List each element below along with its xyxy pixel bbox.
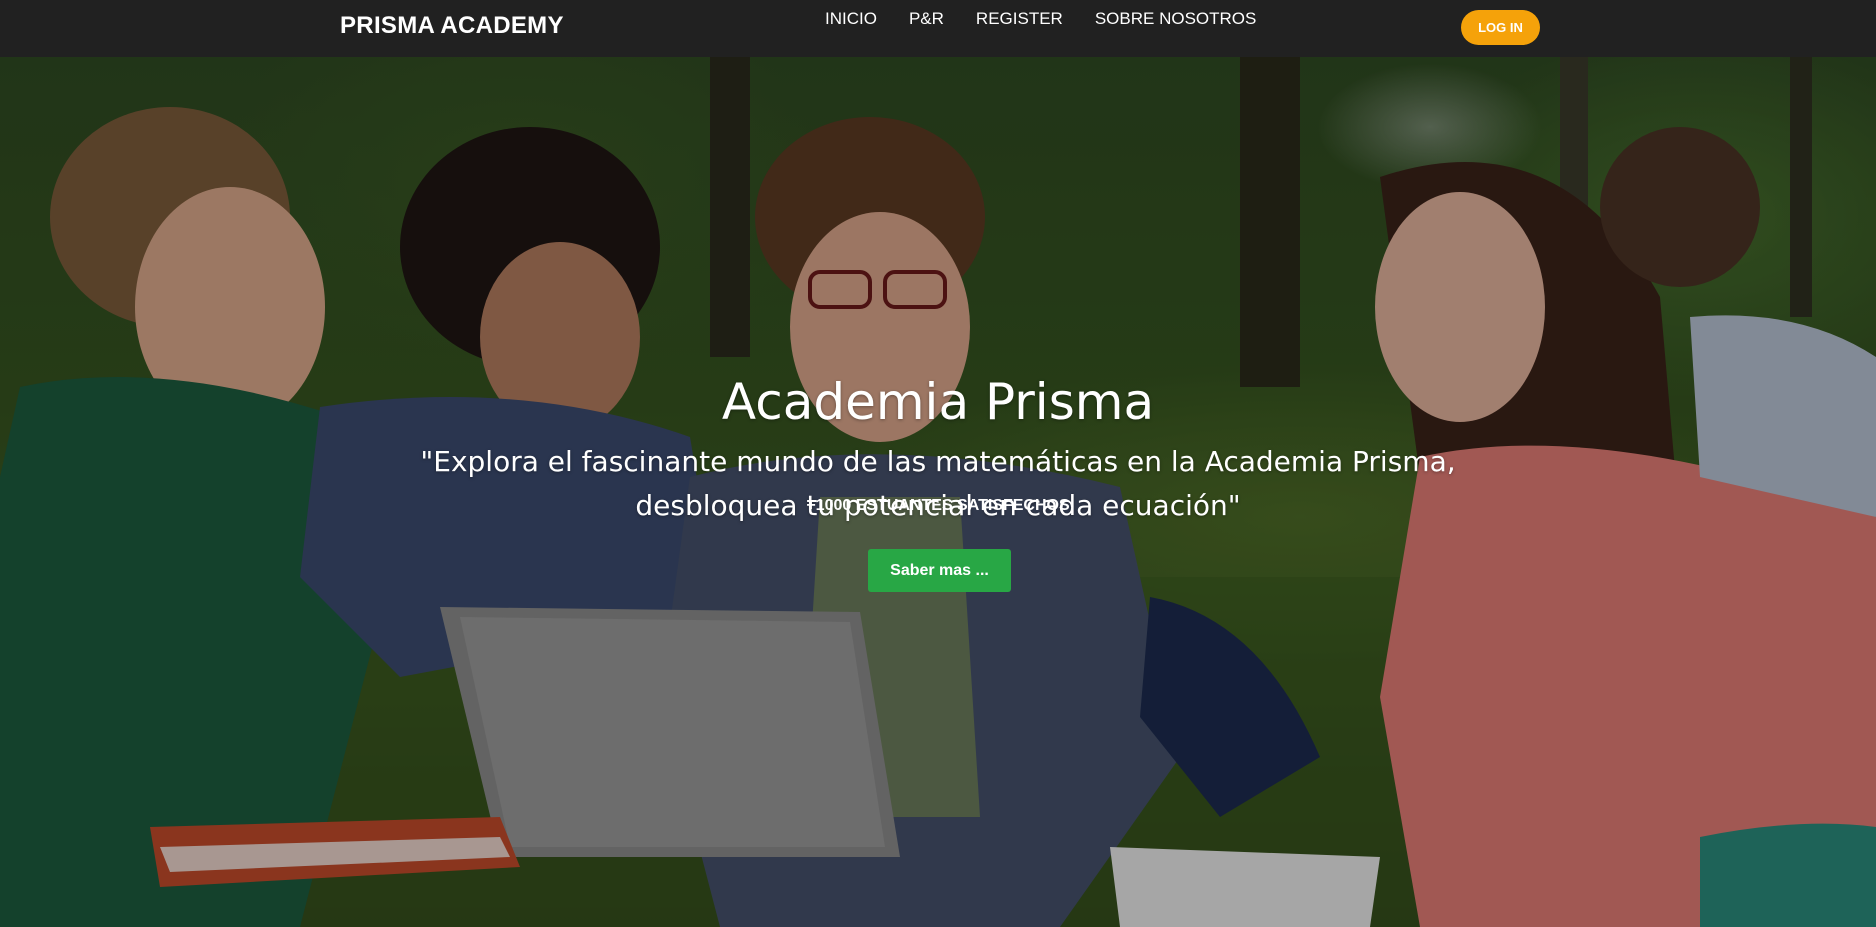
hero-title: Academia Prisma	[721, 373, 1155, 431]
nav-link-sobre-nosotros[interactable]: SOBRE NOSOTROS	[1095, 9, 1257, 29]
hero-quote-line1: "Explora el fascinante mundo de las mate…	[420, 445, 1456, 478]
login-button[interactable]: LOG IN	[1461, 10, 1540, 45]
hero-section: Academia Prisma "Explora el fascinante m…	[0, 57, 1876, 927]
students-stat: +1000 ESTUANTES SATISFECHOS	[806, 497, 1070, 514]
navbar: PRISMA ACADEMY INICIO P&R REGISTER SOBRE…	[0, 0, 1876, 57]
nav-link-register[interactable]: REGISTER	[976, 9, 1063, 29]
nav-link-inicio[interactable]: INICIO	[825, 9, 877, 29]
nav-link-pyr[interactable]: P&R	[909, 9, 944, 29]
brand-logo[interactable]: PRISMA ACADEMY	[340, 12, 564, 40]
saber-mas-button[interactable]: Saber mas ...	[868, 549, 1011, 592]
nav-links: INICIO P&R REGISTER SOBRE NOSOTROS	[825, 9, 1256, 29]
